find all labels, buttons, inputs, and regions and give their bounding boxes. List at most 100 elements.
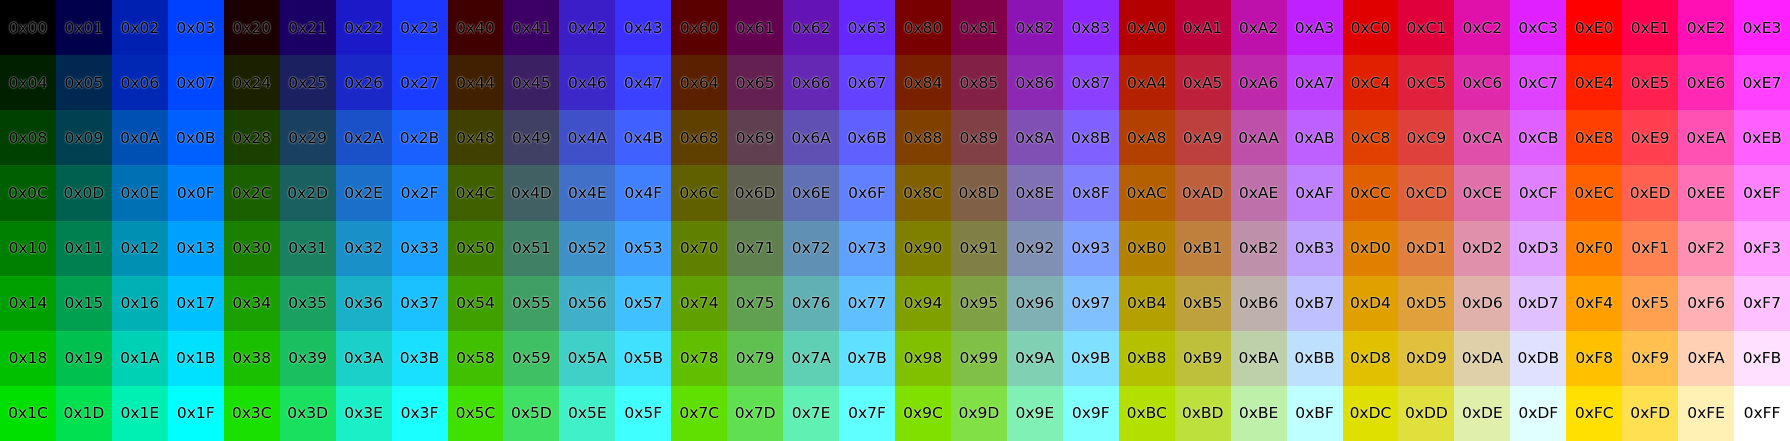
color-swatch: 0xB9 xyxy=(1174,330,1231,386)
color-swatch: 0xE0 xyxy=(1566,0,1623,56)
color-swatch: 0x8D xyxy=(950,165,1007,221)
color-swatch: 0xB0 xyxy=(1118,220,1175,276)
color-swatch: 0xAF xyxy=(1286,165,1343,221)
color-swatch: 0x30 xyxy=(223,220,280,276)
color-swatch: 0x43 xyxy=(615,0,672,56)
color-swatch: 0x2D xyxy=(279,165,336,221)
color-swatch: 0x72 xyxy=(783,220,840,276)
color-swatch: 0x10 xyxy=(0,220,56,276)
color-swatch: 0x66 xyxy=(783,55,840,111)
color-swatch: 0xBC xyxy=(1118,385,1175,441)
color-swatch: 0x50 xyxy=(447,220,504,276)
color-swatch: 0x35 xyxy=(279,275,336,331)
color-swatch: 0x32 xyxy=(335,220,392,276)
color-swatch: 0x33 xyxy=(391,220,448,276)
color-swatch: 0x7D xyxy=(727,385,784,441)
color-swatch: 0x85 xyxy=(950,55,1007,111)
color-swatch: 0x9C xyxy=(895,385,951,441)
color-swatch: 0xF4 xyxy=(1566,275,1623,331)
color-swatch: 0x79 xyxy=(727,330,784,386)
color-swatch: 0x1D xyxy=(55,385,112,441)
color-swatch: 0xCC xyxy=(1342,165,1399,221)
color-swatch: 0x99 xyxy=(950,330,1007,386)
color-swatch: 0xF6 xyxy=(1678,275,1735,331)
color-swatch: 0x31 xyxy=(279,220,336,276)
color-swatch: 0x97 xyxy=(1062,275,1119,331)
color-swatch: 0xE3 xyxy=(1734,0,1790,56)
color-swatch: 0x34 xyxy=(223,275,280,331)
color-swatch: 0x74 xyxy=(671,275,728,331)
color-swatch: 0xEB xyxy=(1734,110,1790,166)
color-swatch: 0x86 xyxy=(1006,55,1063,111)
color-swatch: 0xFA xyxy=(1678,330,1735,386)
color-swatch: 0x58 xyxy=(447,330,504,386)
color-swatch: 0x4D xyxy=(503,165,560,221)
color-swatch: 0x59 xyxy=(503,330,560,386)
color-swatch: 0xB1 xyxy=(1174,220,1231,276)
color-swatch: 0x05 xyxy=(55,55,112,111)
color-swatch: 0xF0 xyxy=(1566,220,1623,276)
color-swatch: 0xB6 xyxy=(1230,275,1287,331)
color-swatch: 0x27 xyxy=(391,55,448,111)
color-swatch: 0x84 xyxy=(895,55,951,111)
color-swatch: 0x49 xyxy=(503,110,560,166)
color-swatch: 0x8C xyxy=(895,165,951,221)
color-swatch: 0xE1 xyxy=(1622,0,1679,56)
color-swatch: 0x5A xyxy=(559,330,616,386)
color-swatch: 0x80 xyxy=(895,0,951,56)
color-swatch: 0x91 xyxy=(950,220,1007,276)
color-swatch: 0xA1 xyxy=(1174,0,1231,56)
color-swatch: 0x9E xyxy=(1006,385,1063,441)
color-swatch: 0x3B xyxy=(391,330,448,386)
color-swatch: 0x7C xyxy=(671,385,728,441)
color-swatch: 0x9D xyxy=(950,385,1007,441)
color-swatch: 0xA8 xyxy=(1118,110,1175,166)
color-swatch: 0x5E xyxy=(559,385,616,441)
color-swatch: 0xD9 xyxy=(1398,330,1455,386)
color-swatch: 0x65 xyxy=(727,55,784,111)
color-swatch: 0x63 xyxy=(839,0,895,56)
color-swatch: 0xB7 xyxy=(1286,275,1343,331)
color-swatch: 0x2C xyxy=(223,165,280,221)
color-swatch: 0xCA xyxy=(1454,110,1511,166)
color-swatch: 0xB8 xyxy=(1118,330,1175,386)
color-swatch: 0xBE xyxy=(1230,385,1287,441)
color-swatch: 0xD3 xyxy=(1510,220,1567,276)
color-swatch: 0xC3 xyxy=(1510,0,1567,56)
color-swatch: 0x3C xyxy=(223,385,280,441)
color-swatch: 0xDD xyxy=(1398,385,1455,441)
color-swatch: 0xD7 xyxy=(1510,275,1567,331)
color-swatch: 0x2E xyxy=(335,165,392,221)
color-swatch: 0xE8 xyxy=(1566,110,1623,166)
color-swatch: 0x64 xyxy=(671,55,728,111)
color-swatch: 0xAB xyxy=(1286,110,1343,166)
color-swatch: 0xA7 xyxy=(1286,55,1343,111)
color-swatch: 0x55 xyxy=(503,275,560,331)
color-swatch: 0xE7 xyxy=(1734,55,1790,111)
color-swatch: 0x11 xyxy=(55,220,112,276)
color-swatch: 0xE6 xyxy=(1678,55,1735,111)
color-swatch: 0x24 xyxy=(223,55,280,111)
color-swatch: 0x81 xyxy=(950,0,1007,56)
color-swatch: 0x1A xyxy=(111,330,168,386)
color-swatch: 0x2A xyxy=(335,110,392,166)
color-swatch: 0x4F xyxy=(615,165,672,221)
color-swatch: 0x19 xyxy=(55,330,112,386)
color-swatch: 0x52 xyxy=(559,220,616,276)
color-swatch: 0xE5 xyxy=(1622,55,1679,111)
color-swatch: 0xEE xyxy=(1678,165,1735,221)
color-swatch: 0x83 xyxy=(1062,0,1119,56)
color-swatch: 0xC5 xyxy=(1398,55,1455,111)
color-swatch: 0x8B xyxy=(1062,110,1119,166)
color-swatch: 0xB3 xyxy=(1286,220,1343,276)
color-swatch: 0x5F xyxy=(615,385,672,441)
color-swatch: 0x16 xyxy=(111,275,168,331)
color-swatch: 0xC9 xyxy=(1398,110,1455,166)
color-swatch: 0xDF xyxy=(1510,385,1567,441)
color-swatch: 0xB5 xyxy=(1174,275,1231,331)
color-swatch: 0x40 xyxy=(447,0,504,56)
color-swatch: 0x67 xyxy=(839,55,895,111)
color-swatch: 0x23 xyxy=(391,0,448,56)
color-swatch: 0xE9 xyxy=(1622,110,1679,166)
color-swatch: 0xDC xyxy=(1342,385,1399,441)
